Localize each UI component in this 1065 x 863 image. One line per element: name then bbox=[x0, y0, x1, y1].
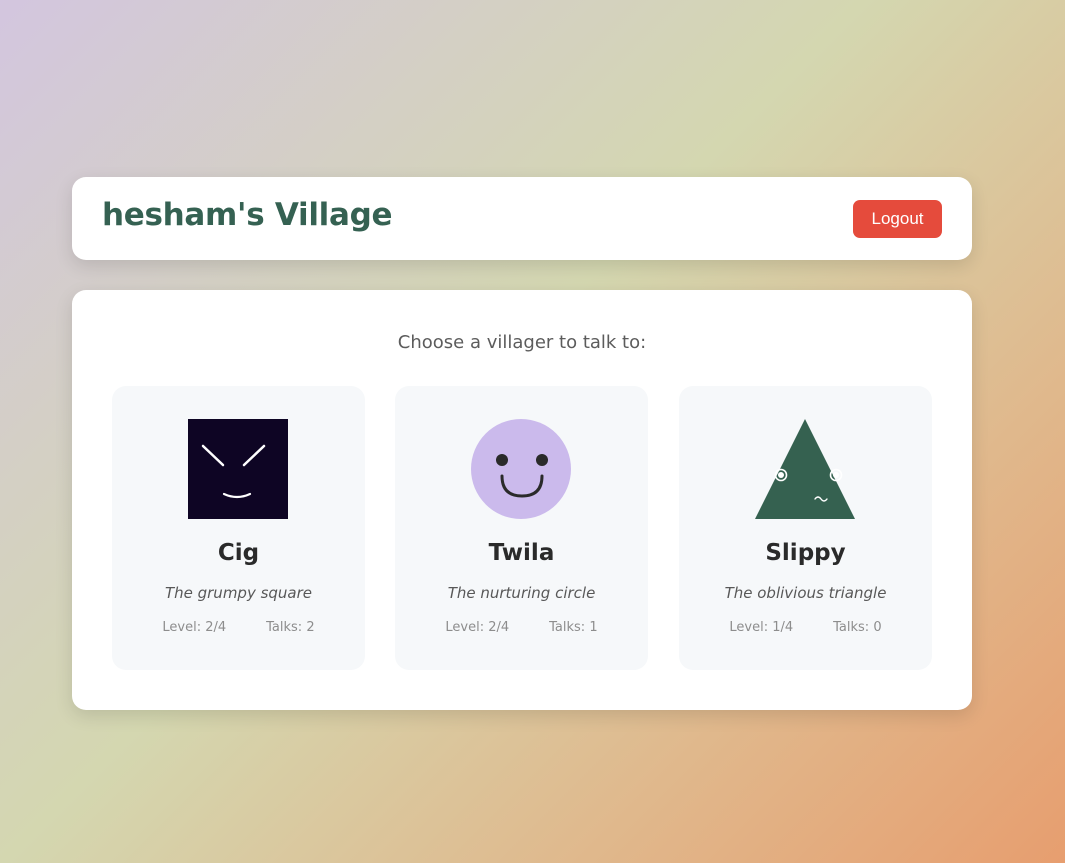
villager-card-twila[interactable]: Twila The nurturing circle Level: 2/4 Tal… bbox=[395, 386, 648, 670]
villager-card-slippy[interactable]: Slippy The oblivious triangle Level: 1/4… bbox=[679, 386, 932, 670]
villager-talks: Talks: 0 bbox=[833, 620, 882, 635]
villager-stats: Level: 2/4 Talks: 2 bbox=[112, 620, 365, 635]
villager-name: Twila bbox=[488, 540, 555, 566]
villager-description: The oblivious triangle bbox=[724, 584, 887, 602]
villager-description: The nurturing circle bbox=[447, 584, 596, 602]
villager-description: The grumpy square bbox=[164, 584, 313, 602]
grumpy-square-face-icon bbox=[188, 419, 288, 519]
oblivious-triangle-face-icon bbox=[755, 419, 855, 519]
villager-level: Level: 2/4 bbox=[162, 620, 227, 635]
page-title: hesham's Village bbox=[102, 197, 393, 233]
villager-stats: Level: 1/4 Talks: 0 bbox=[679, 620, 932, 635]
villager-level: Level: 2/4 bbox=[445, 620, 510, 635]
villager-name: Slippy bbox=[765, 540, 846, 566]
villager-panel: Choose a villager to talk to: Cig The gr… bbox=[72, 290, 972, 710]
villager-stats: Level: 2/4 Talks: 1 bbox=[395, 620, 648, 635]
villager-card-cig[interactable]: Cig The grumpy square Level: 2/4 Talks: 2 bbox=[112, 386, 365, 670]
village-header: hesham's Village Logout bbox=[72, 177, 972, 260]
smiling-circle-face-icon bbox=[471, 419, 571, 519]
villager-talks: Talks: 2 bbox=[266, 620, 315, 635]
villager-name: Cig bbox=[217, 540, 260, 566]
villager-talks: Talks: 1 bbox=[549, 620, 598, 635]
logout-button[interactable]: Logout bbox=[853, 200, 942, 238]
villager-level: Level: 1/4 bbox=[729, 620, 794, 635]
choose-villager-prompt: Choose a villager to talk to: bbox=[397, 332, 647, 353]
